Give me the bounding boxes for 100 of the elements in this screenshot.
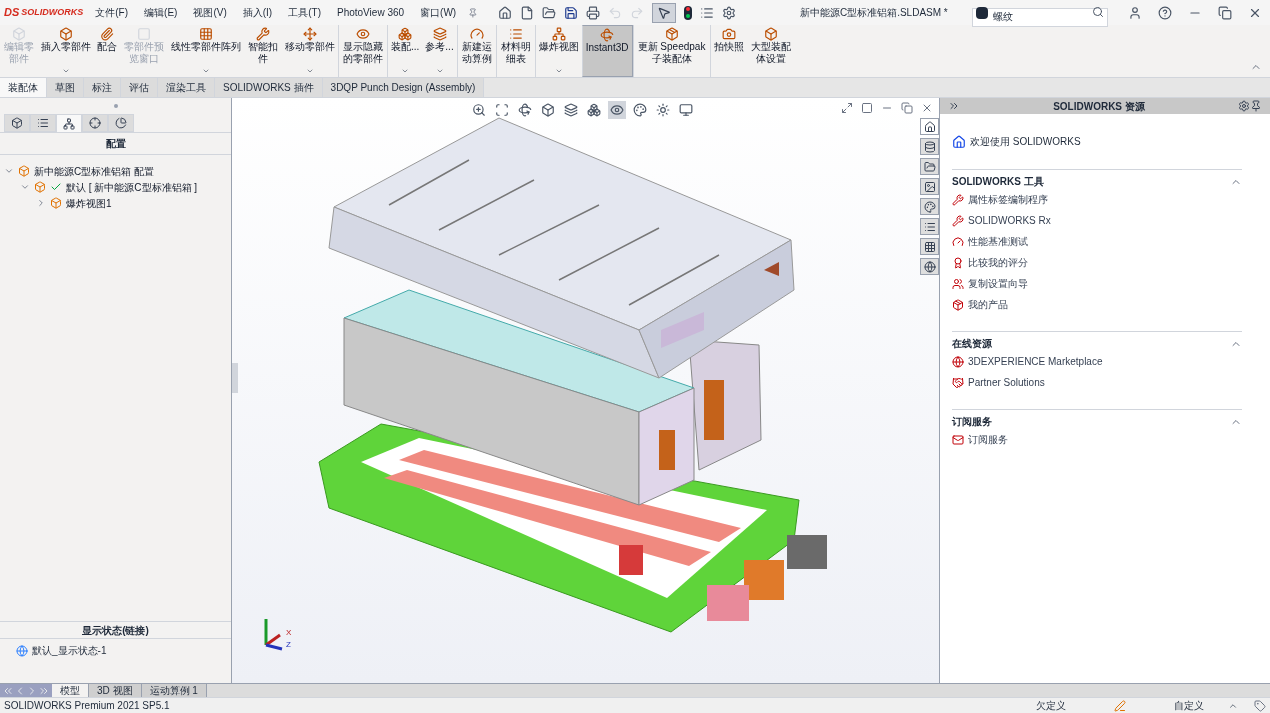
tab[interactable]: 渲染工具 [158,78,215,97]
toolbar-button[interactable] [608,101,626,119]
resource-link[interactable]: 属性标签编制程序 [968,192,1048,207]
resource-link[interactable]: 3DEXPERIENCE Marketplace [968,354,1103,369]
toolbar-button[interactable] [677,101,695,119]
caret-icon[interactable] [435,67,444,75]
ribbon-button[interactable]: 移动零部件 [282,25,338,77]
tab[interactable]: 标注 [84,78,121,97]
resource-link[interactable]: 复制设置向导 [968,276,1028,291]
close-icon[interactable] [921,102,933,114]
search-icon[interactable] [1092,6,1104,18]
toolbar-button[interactable] [654,101,672,119]
tab[interactable]: 草图 [47,78,84,97]
task-pane-tab[interactable] [920,118,939,135]
task-pane-tab[interactable] [920,198,939,215]
pin-icon[interactable] [1250,100,1262,112]
ribbon-button[interactable]: 配合 [94,25,120,77]
user-icon[interactable] [1128,5,1142,20]
new-file-icon[interactable] [519,5,534,20]
ribbon-button[interactable]: 爆炸视图 [534,25,582,77]
welcome-link[interactable]: 欢迎使用 SOLIDWORKS [970,134,1081,149]
resource-link[interactable]: Partner Solutions [968,375,1045,390]
manager-tab[interactable] [56,114,82,132]
caret-icon[interactable] [401,67,410,75]
select-button[interactable] [651,2,676,23]
tab[interactable]: 模型 [52,684,89,697]
splitter-handle[interactable] [232,363,238,393]
menu-item[interactable]: 插入(I) [238,5,277,20]
ribbon-button[interactable]: 更新 Speedpak子装配体 [632,25,710,77]
resource-link[interactable]: 比较我的评分 [968,255,1028,270]
traffic-light-icon[interactable] [683,5,692,20]
caret-icon[interactable] [62,67,70,75]
menu-item[interactable]: 窗口(W) [416,5,461,20]
resource-link[interactable]: 我的产品 [968,297,1008,312]
toolbar-button[interactable] [470,101,488,119]
ribbon-button[interactable]: 参考... [422,25,457,77]
display-state-item[interactable]: 默认_显示状态-1 [32,643,107,658]
save-icon[interactable] [563,5,578,20]
expand-icon[interactable] [948,100,960,112]
toolbar-button[interactable] [631,101,649,119]
ribbon-button[interactable]: 智能扣件 [244,25,282,77]
ribbon-button[interactable]: 线性零部件阵列 [168,25,244,77]
ribbon-button[interactable]: 新建运动算例 [456,25,496,77]
tree-item[interactable]: 爆炸视图1 [66,195,112,211]
toolbar-button[interactable] [562,101,580,119]
manager-tab[interactable] [82,114,108,132]
menu-item[interactable]: PhotoView 360 [333,5,409,20]
ribbon-button[interactable]: 插入零部件 [38,25,94,77]
restore-icon[interactable] [1218,5,1232,20]
ribbon-button[interactable]: 显示隐藏的零部件 [338,25,387,77]
menu-item[interactable]: 工具(T) [284,5,325,20]
open-icon[interactable] [541,5,556,20]
status-text[interactable]: 自定义 [1174,698,1204,713]
ribbon-button[interactable]: Instant3D [581,25,633,77]
home-icon[interactable] [497,5,512,20]
caret-icon[interactable] [202,67,210,75]
tag-icon[interactable] [1254,699,1266,712]
resource-link[interactable]: SOLIDWORKS Rx [968,213,1051,228]
resource-link[interactable]: 订阅服务 [968,432,1008,447]
ribbon-button[interactable]: 材料明细表 [495,25,535,77]
tab[interactable]: 装配体 [0,78,47,97]
ribbon-button[interactable]: 装配... [387,25,423,77]
manager-tab[interactable] [4,114,30,132]
menu-item[interactable]: 文件(F) [91,5,133,20]
grip-icon[interactable] [113,104,118,108]
ribbon-button[interactable]: 大型装配体设置 [746,25,795,77]
print-icon[interactable] [585,5,600,20]
task-pane-tab[interactable] [920,258,939,275]
manager-tab[interactable] [108,114,134,132]
square-icon[interactable] [861,102,873,114]
manager-tab[interactable] [30,114,56,132]
menu-item[interactable]: 视图(V) [189,5,231,20]
resource-link[interactable]: 性能基准测试 [968,234,1028,249]
home-icon[interactable] [952,134,966,149]
toolbar-button[interactable] [539,101,557,119]
tree-item[interactable]: 新中能源C型标准铝箱 配置 [34,163,154,179]
tab[interactable]: 评估 [121,78,158,97]
tab[interactable]: 3DQP Punch Design (Assembly) [322,78,485,97]
tab[interactable]: 运动算例 1 [141,684,207,697]
ribbon-button[interactable]: 拍快照 [709,25,747,77]
task-pane-tab[interactable] [920,238,939,255]
toolbar-button[interactable] [585,101,603,119]
pen-icon[interactable] [1114,699,1126,712]
search-field[interactable]: 螺纹 [971,7,1108,27]
restore-icon[interactable] [901,102,913,114]
help-icon[interactable] [1158,5,1172,20]
toolbar-button[interactable] [516,101,534,119]
task-pane-tab[interactable] [920,138,939,155]
toolbar-button[interactable] [493,101,511,119]
tree-item[interactable]: 默认 [ 新中能源C型标准铝箱 ] [66,179,198,195]
settings-icon[interactable] [1238,100,1250,112]
expand-icon[interactable] [841,102,853,114]
task-pane-tab[interactable] [920,178,939,195]
caret-icon[interactable] [554,67,563,75]
tab[interactable]: SOLIDWORKS 插件 [215,78,323,97]
list-icon[interactable] [699,5,714,20]
task-pane-tab[interactable] [920,218,939,235]
caret-icon[interactable] [306,67,314,75]
tab[interactable]: 3D 视图 [89,684,142,697]
menu-item[interactable]: 编辑(E) [140,5,182,20]
